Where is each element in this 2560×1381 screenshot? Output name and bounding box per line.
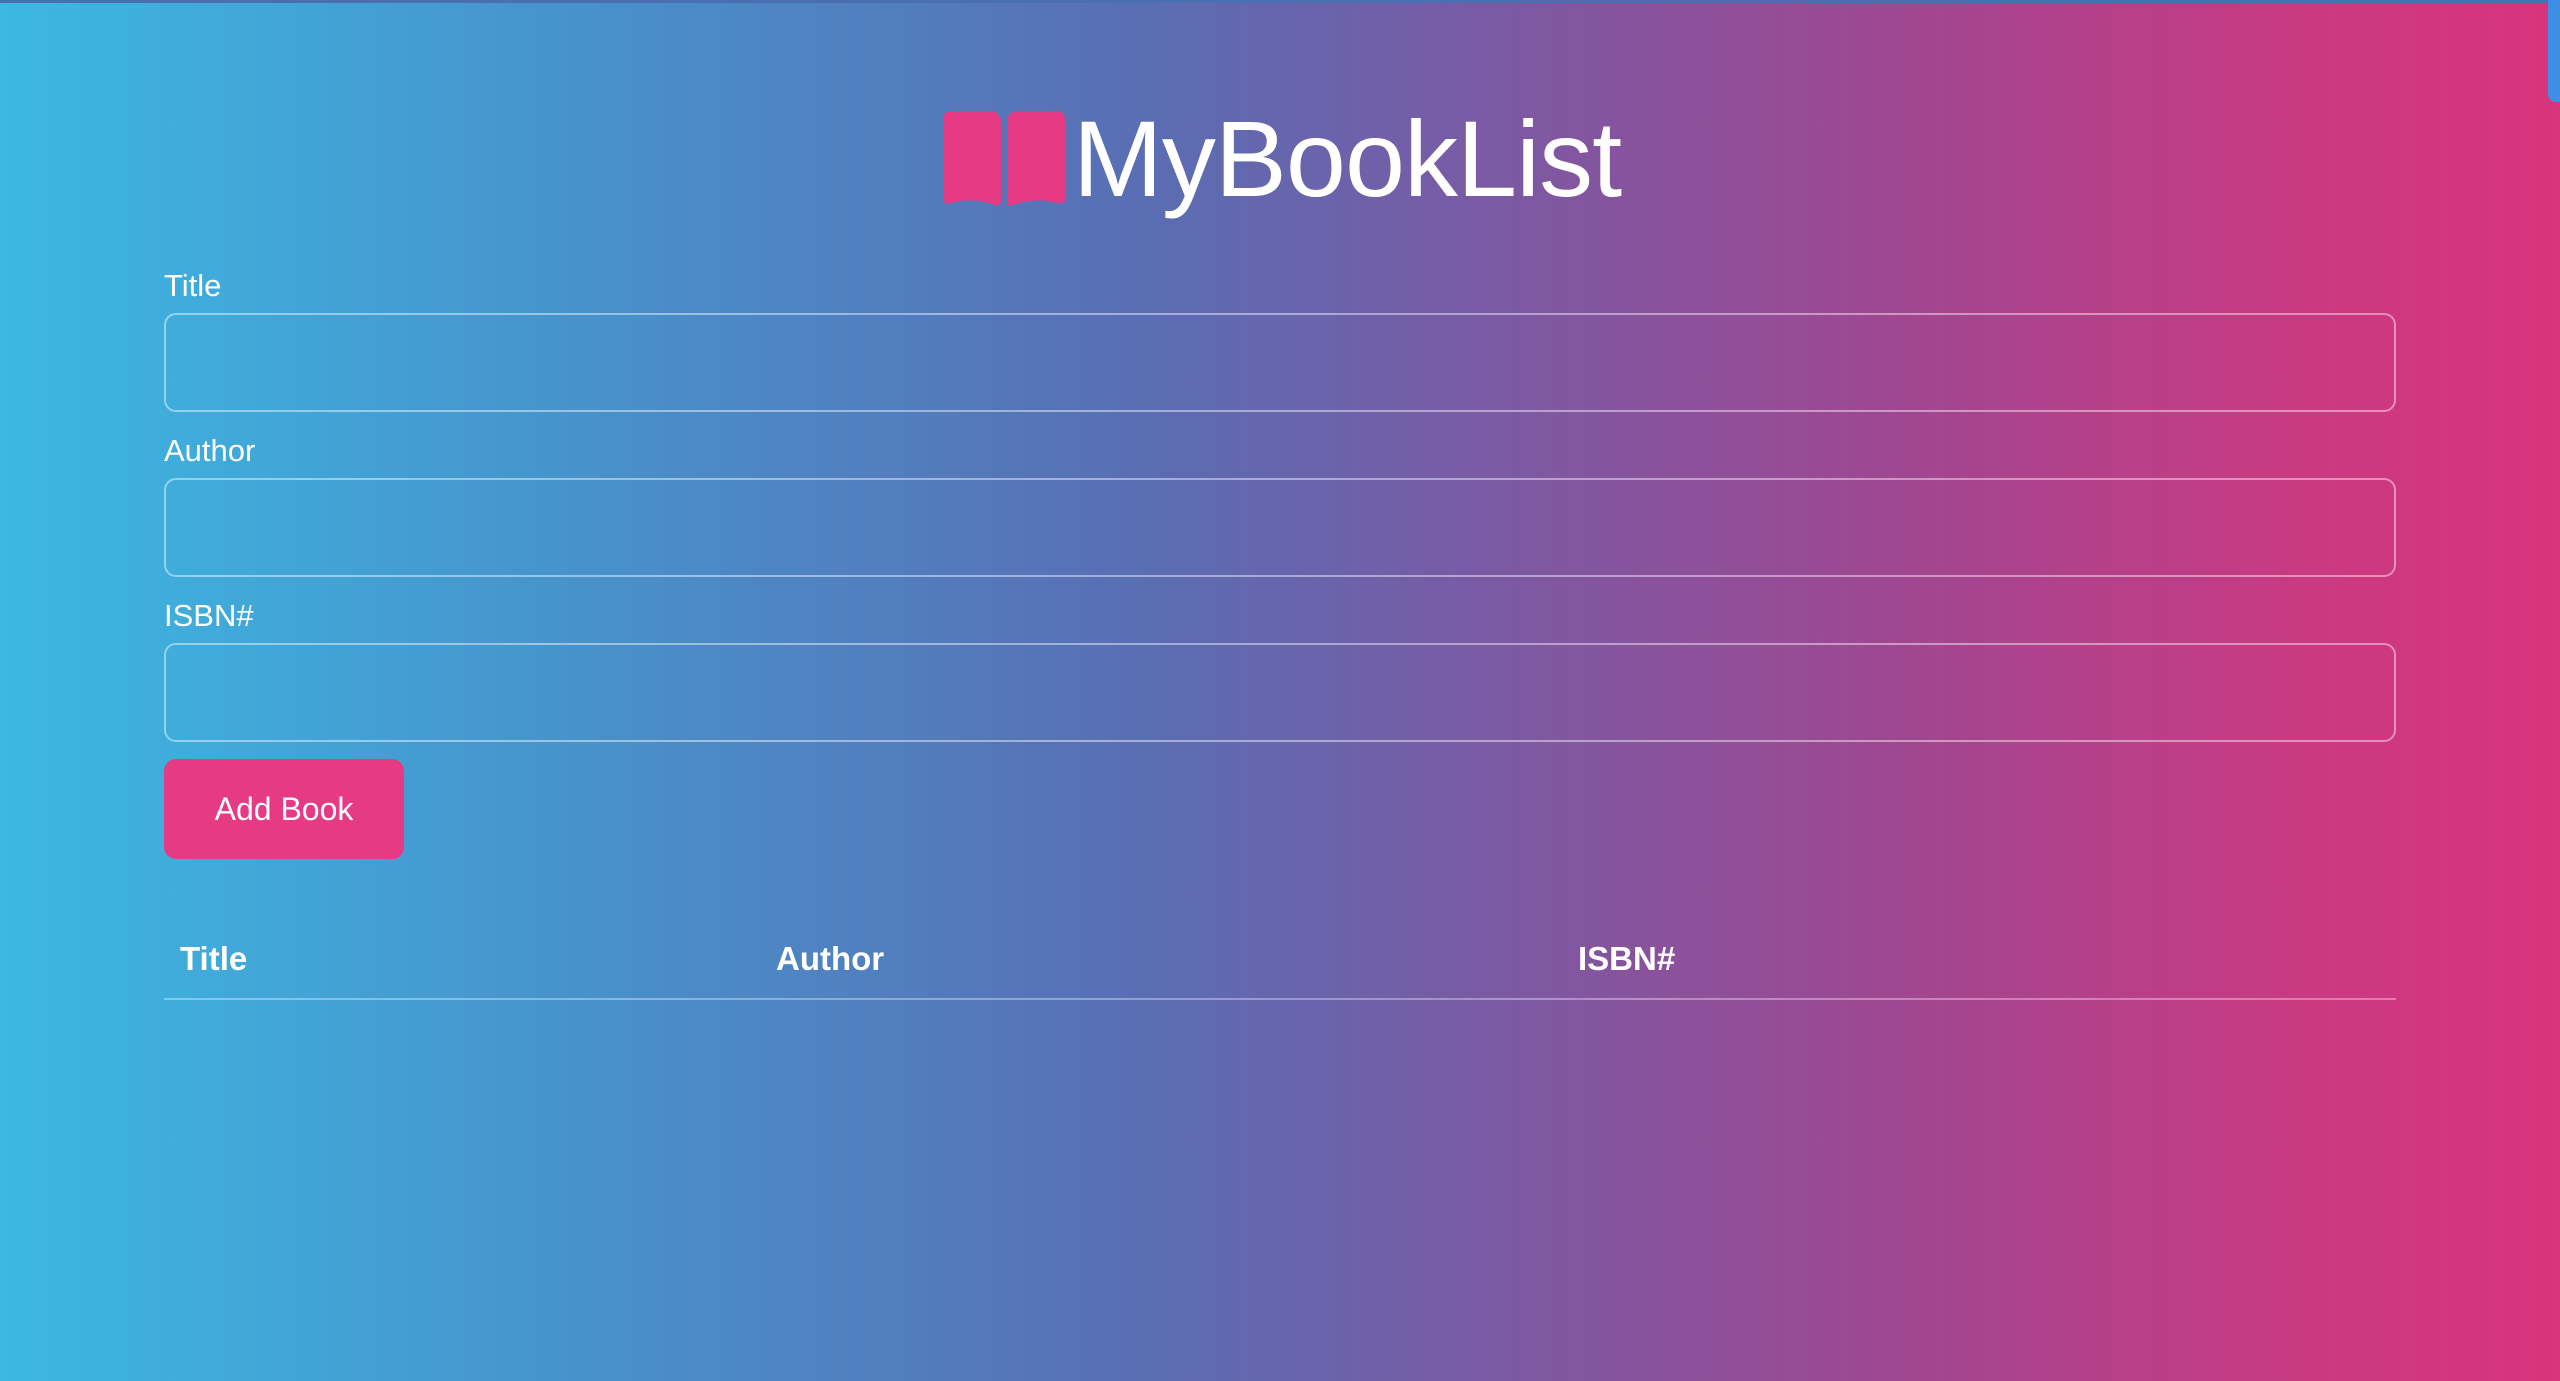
column-header-isbn: ISBN#: [1562, 920, 2396, 1000]
add-book-form: Title Author ISBN# Add Book: [164, 270, 2396, 859]
scrollbar-thumb[interactable]: [2548, 0, 2560, 102]
table-header: Title Author ISBN#: [164, 920, 2396, 1000]
isbn-input[interactable]: [164, 643, 2396, 742]
table-header-row: Title Author ISBN#: [164, 920, 2396, 1000]
title-input[interactable]: [164, 313, 2396, 412]
top-border: [0, 0, 2560, 3]
title-label: Title: [164, 268, 222, 303]
author-label: Author: [164, 433, 256, 468]
open-book-icon: [939, 109, 1069, 209]
isbn-label: ISBN#: [164, 598, 254, 633]
page-header: MyBookList: [0, 105, 2560, 213]
column-header-author: Author: [760, 920, 1562, 1000]
column-header-title: Title: [164, 920, 760, 1000]
app-title: MyBookList: [1072, 98, 1622, 219]
add-book-button[interactable]: Add Book: [164, 759, 404, 859]
book-list-table: Title Author ISBN#: [164, 920, 2396, 1000]
author-input[interactable]: [164, 478, 2396, 577]
